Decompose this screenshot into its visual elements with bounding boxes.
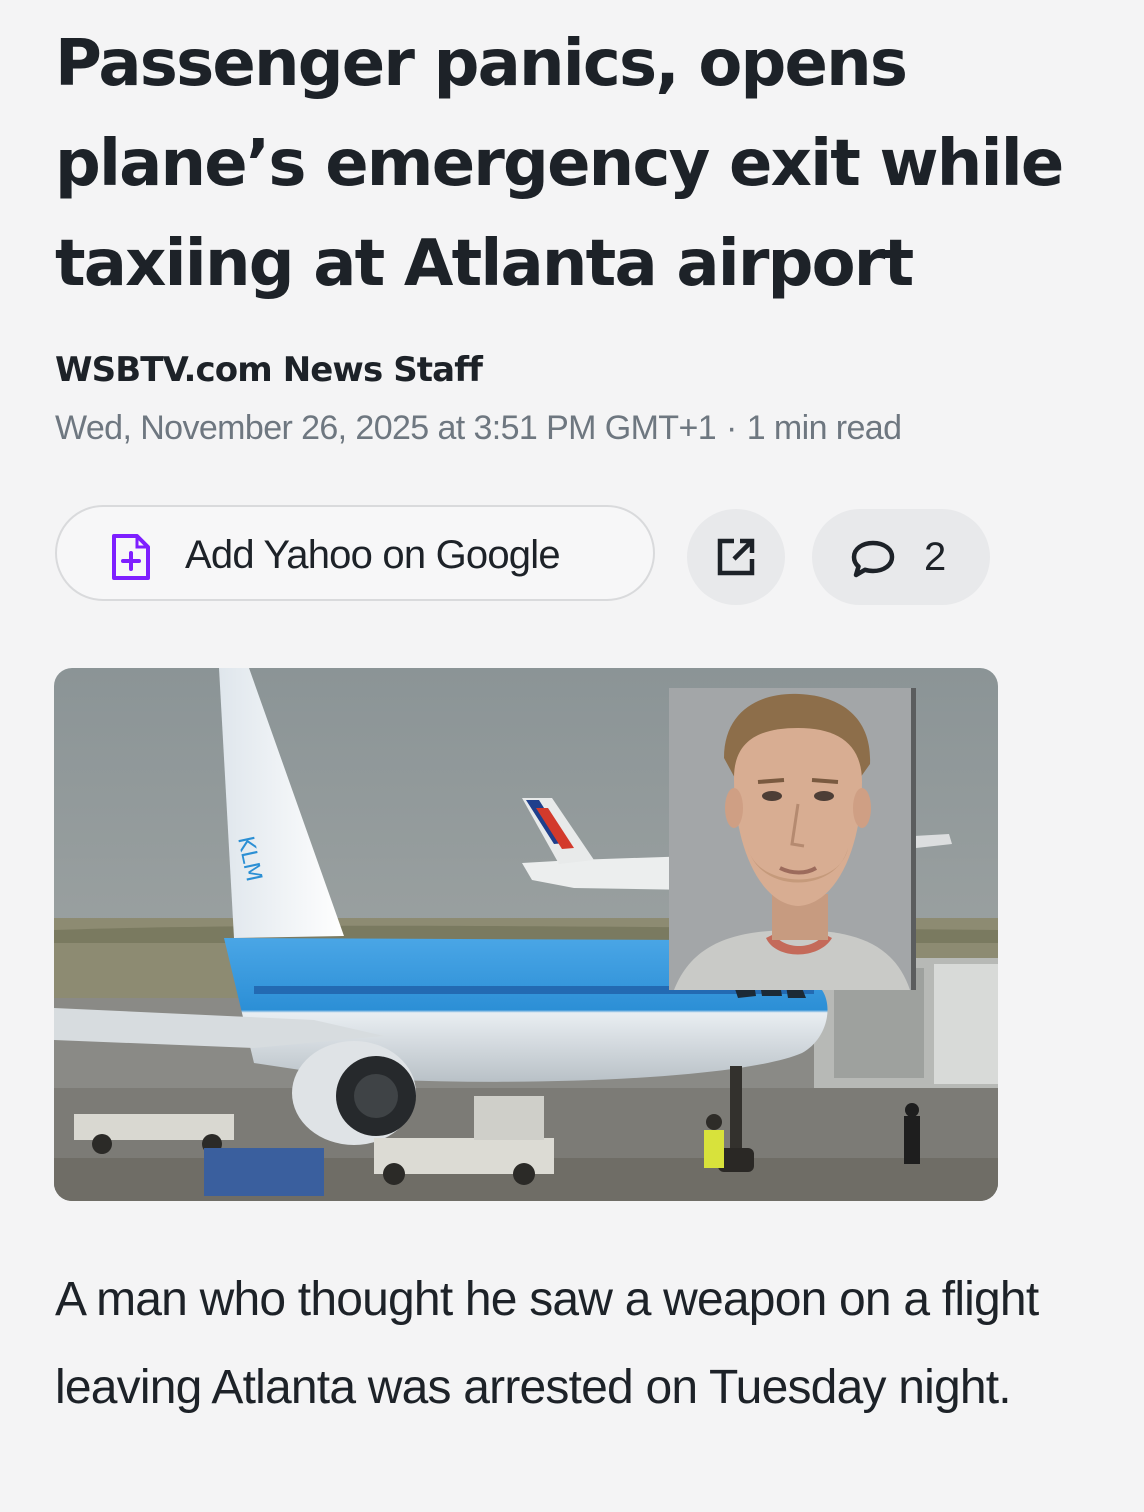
share-button[interactable] <box>687 509 785 605</box>
headline: Passenger panics, opens plane’s emergenc… <box>55 27 1064 301</box>
doc-plus-icon <box>112 534 150 580</box>
meta-separator: · <box>726 409 737 447</box>
add-yahoo-on-google-label: Add Yahoo on Google <box>185 533 561 577</box>
article: Passenger panics, opens plane’s emergenc… <box>0 0 1144 1512</box>
author-byline[interactable]: WSBTV.com News Staff <box>55 350 483 390</box>
action-bar: Add Yahoo on Google 2 <box>55 505 995 605</box>
add-yahoo-on-google-button[interactable]: Add Yahoo on Google <box>55 505 655 601</box>
hero-image[interactable]: KLM <box>54 668 998 1201</box>
comment-count: 2 <box>924 535 947 579</box>
article-body-paragraph: A man who thought he saw a weapon on a f… <box>55 1273 1039 1414</box>
comments-button[interactable]: 2 <box>812 509 990 605</box>
comment-icon <box>851 540 895 578</box>
mugshot-inset <box>669 688 916 990</box>
publish-date: Wed, November 26, 2025 at 3:51 PM GMT+1 <box>55 409 717 447</box>
article-meta: Wed, November 26, 2025 at 3:51 PM GMT+1 ·… <box>55 409 902 448</box>
read-time: 1 min read <box>746 409 902 447</box>
share-icon <box>717 538 755 576</box>
